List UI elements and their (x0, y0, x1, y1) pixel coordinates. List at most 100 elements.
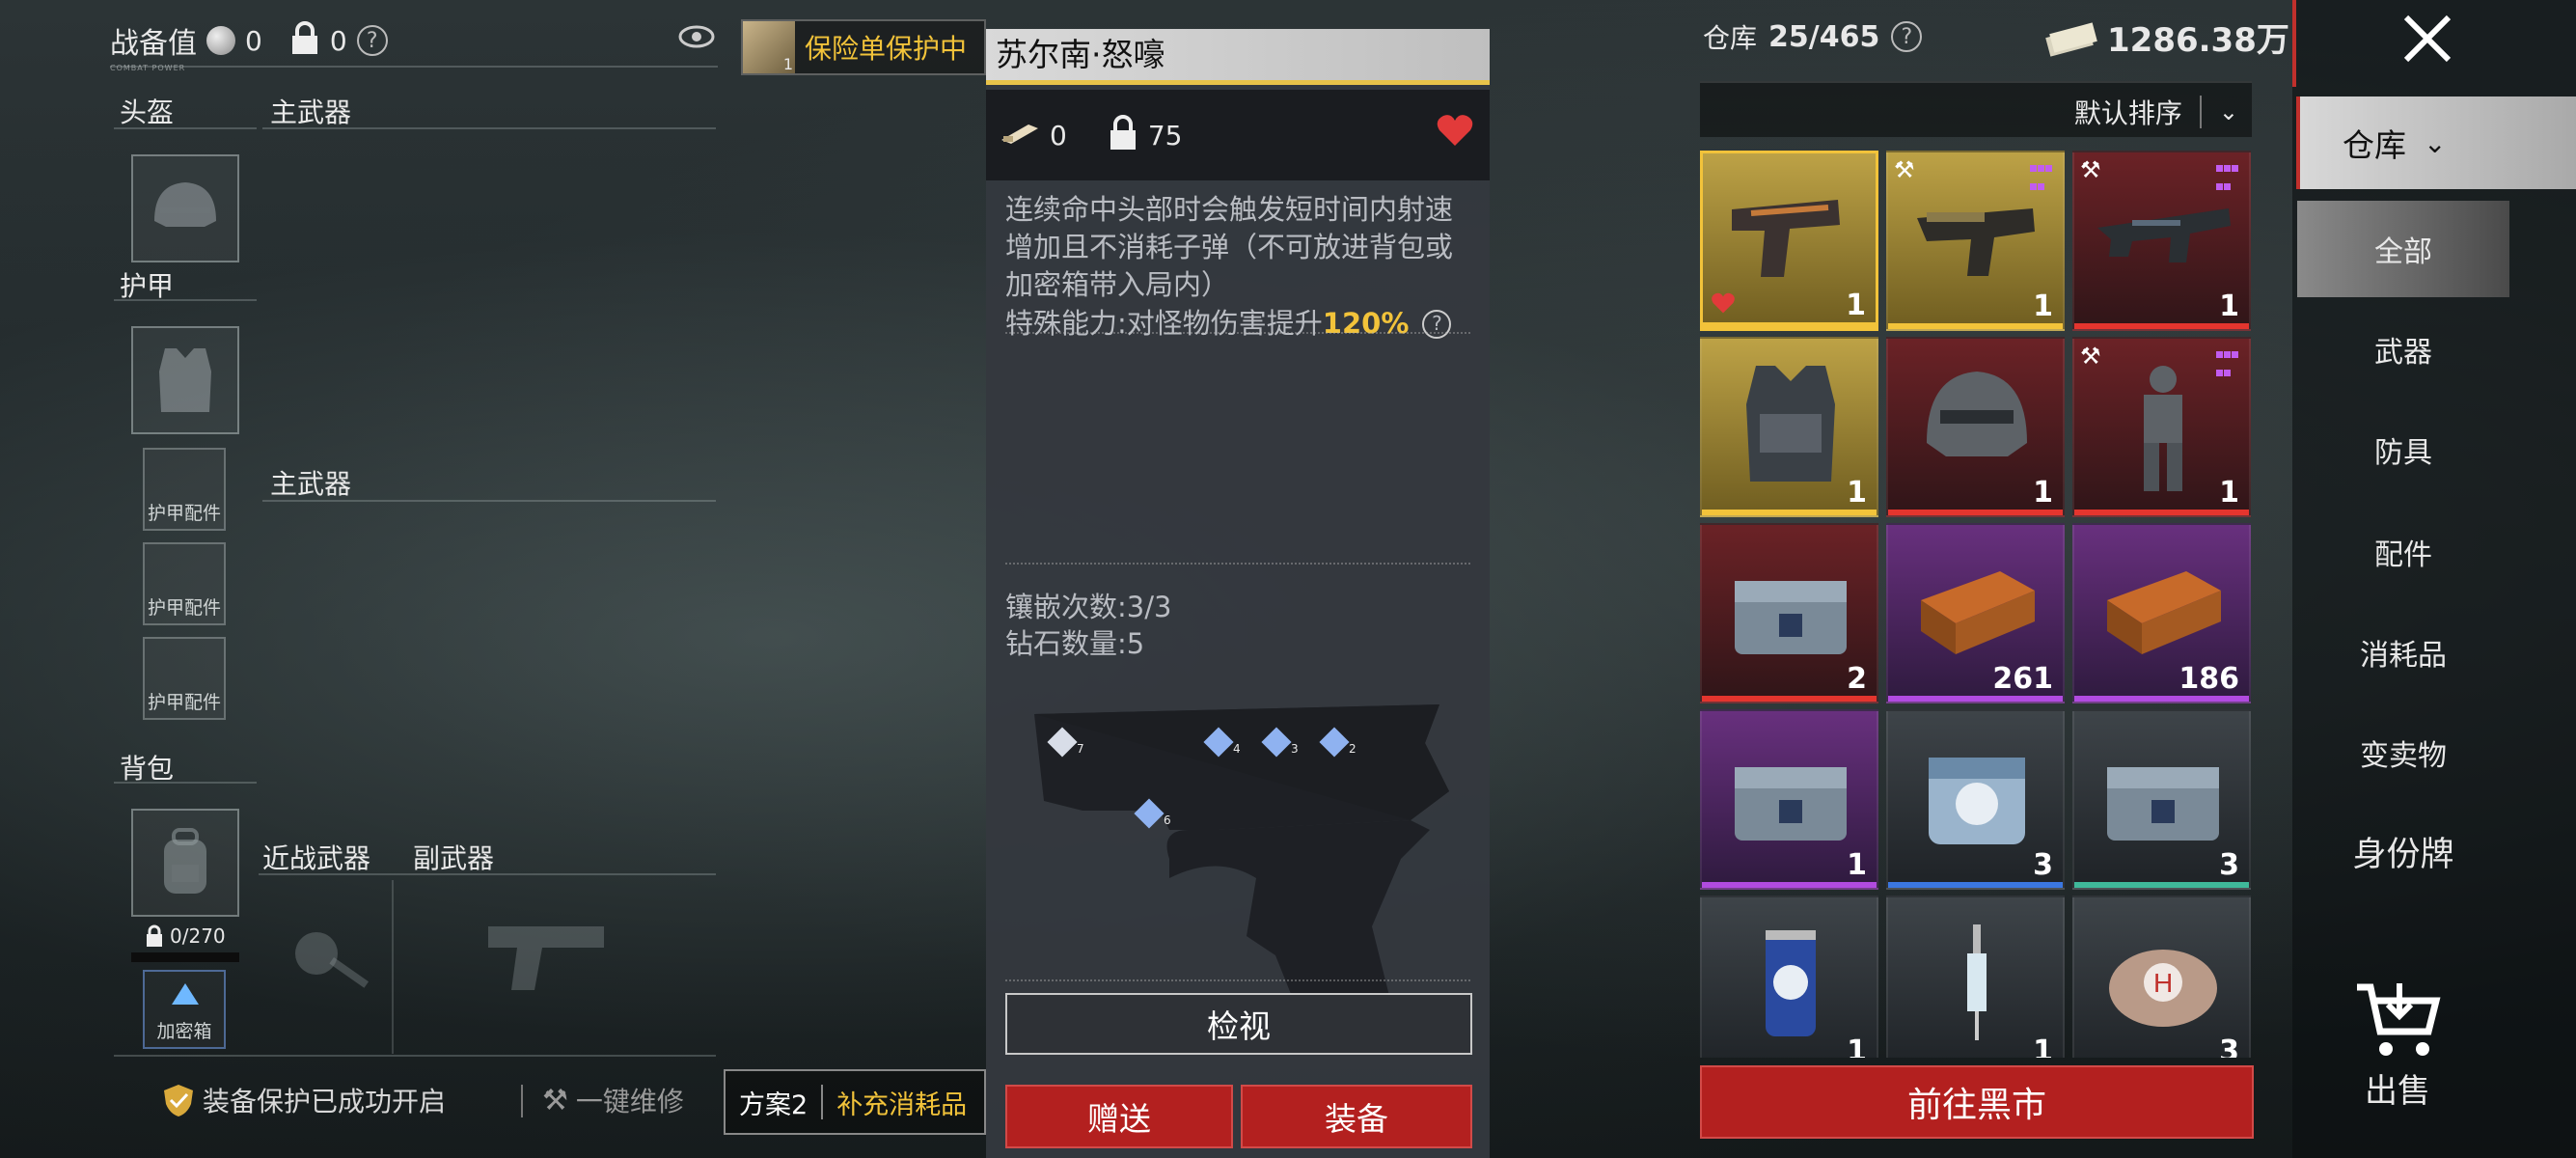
svg-text:H: H (2153, 968, 2173, 998)
money-display: 1286.38万 (2043, 14, 2289, 61)
warehouse-item-rifle[interactable]: ⚒ 1 (2072, 151, 2251, 331)
divider (262, 500, 716, 502)
divider (114, 1055, 716, 1057)
divider (114, 127, 257, 129)
rarity-bar (1888, 882, 2063, 888)
ammo-value: 0 (1050, 119, 1067, 152)
warehouse-tab[interactable]: 仓库 ⌄ (2296, 96, 2576, 189)
repair-tool-icon: ⚒ (2080, 156, 2101, 183)
inspect-button[interactable]: 检视 (1005, 993, 1472, 1055)
item-quantity: 1 (2219, 290, 2239, 323)
case-icon (2107, 767, 2219, 841)
armor-accessory-slot-1[interactable]: 护甲配件 (143, 448, 226, 531)
filter-consumables[interactable]: 消耗品 (2297, 604, 2509, 701)
warehouse-item-armor-vest[interactable]: 1 (1700, 337, 1878, 517)
armor-suit-icon (2144, 366, 2182, 491)
gem-slot-3[interactable]: 3 (1261, 727, 1299, 758)
warehouse-item-ammo-box[interactable]: 261 (1886, 523, 2065, 703)
diamond-count: 钻石数量:5 (1005, 627, 1145, 660)
sell-label: 出售 (2365, 1072, 2430, 1111)
warehouse-item-smg[interactable]: ⚒ 1 (1886, 151, 2065, 331)
ability-help-icon[interactable]: ? (1422, 309, 1452, 339)
helmet-slot[interactable] (131, 154, 239, 262)
plan-selector[interactable]: 方案2 补充消耗品 (724, 1069, 986, 1135)
case-icon (1735, 581, 1847, 654)
filter-valuables[interactable]: 变卖物 (2297, 704, 2509, 801)
eye-icon[interactable] (677, 21, 716, 56)
pistol-icon (1732, 200, 1840, 277)
primary-weapon-slot-1[interactable] (262, 135, 716, 454)
close-icon[interactable] (2398, 10, 2456, 71)
warehouse-item-energy-drink[interactable]: 1 (1700, 896, 1878, 1058)
equip-button[interactable]: 装备 (1241, 1085, 1472, 1148)
backpack-slot[interactable] (131, 809, 239, 917)
gem-label: 6 (1164, 813, 1171, 827)
gem-slot-2[interactable]: 2 (1319, 727, 1357, 758)
warehouse-header: 仓库 25/465 ? (1703, 17, 1923, 56)
sort-bar: 默认排序 ⌄ (1700, 81, 2252, 137)
warehouse-item-black-case[interactable]: 3 (2072, 709, 2251, 890)
weight-value: 75 (1147, 119, 1183, 152)
armor-accessory-slot-3[interactable]: 护甲配件 (143, 637, 226, 720)
gem-slot-7[interactable]: 7 (1047, 727, 1084, 758)
smg-icon (1917, 208, 2035, 276)
gem-slot-6[interactable]: 6 (1134, 798, 1171, 829)
filter-weapons[interactable]: 武器 (2297, 301, 2509, 398)
warehouse-item-syringe[interactable]: 1 (1886, 896, 2065, 1058)
plan-label: 方案2 (739, 1089, 808, 1120)
item-stats-bar: 0 75 (986, 90, 1490, 180)
warehouse-item-cooler-box[interactable]: 3 (1886, 709, 2065, 890)
warehouse-item-steel-case[interactable]: 2 (1700, 523, 1878, 703)
primary-weapon-slot-2[interactable] (262, 508, 716, 826)
armor-accessory-slot-2[interactable]: 护甲配件 (143, 542, 226, 625)
divider (1005, 979, 1470, 981)
vest-icon (1746, 366, 1835, 482)
refill-consumables-button[interactable]: 补充消耗品 (823, 1084, 967, 1121)
primary-weapon-label: 主武器 (270, 96, 352, 128)
case-icon (1735, 767, 1847, 841)
help-icon[interactable]: ? (356, 25, 388, 56)
favorite-heart-icon[interactable] (1436, 113, 1474, 152)
sell-button[interactable]: 出售 (2335, 979, 2460, 1124)
melee-weapon-slot[interactable] (259, 880, 394, 1054)
divider (262, 127, 716, 129)
item-quantity: 1 (1847, 848, 1867, 882)
melee-weapon-label: 近战武器 (262, 842, 371, 874)
divider (114, 299, 257, 301)
combat-value-label: 战备值 (110, 27, 197, 61)
chevron-down-icon: ⌄ (2218, 98, 2238, 125)
item-quantity: 3 (2219, 1034, 2239, 1058)
warehouse-item-pistol[interactable]: 1 (1700, 151, 1878, 331)
rifle-icon (2097, 208, 2231, 262)
insurance-badge[interactable]: 1 保险单保护中 (741, 19, 986, 75)
one-click-repair-button[interactable]: ⚒ 一键维修 (542, 1081, 684, 1119)
filter-all[interactable]: 全部 (2297, 201, 2509, 297)
warehouse-label: 仓库 (1703, 22, 1758, 54)
item-detail-panel: 苏尔南·怒嚎 0 75 连续命中头部时会触发短时间内射速增加且不消耗子弹（不可放… (986, 29, 1490, 1158)
backpack-icon (164, 828, 206, 894)
warehouse-item-armor-suit[interactable]: ⚒ 1 (2072, 337, 2251, 517)
coin-value: 0 (245, 24, 262, 57)
item-quantity: 2 (1847, 662, 1867, 696)
favorite-heart-icon (1711, 291, 1736, 318)
filter-accessories[interactable]: 配件 (2297, 504, 2509, 600)
id-tag-tab[interactable]: 身份牌 (2297, 803, 2509, 899)
help-icon[interactable]: ? (1891, 21, 1923, 52)
filter-armor[interactable]: 防具 (2297, 401, 2509, 498)
secondary-weapon-slot[interactable] (397, 880, 716, 1054)
warehouse-item-ammo-box-2[interactable]: 186 (2072, 523, 2251, 703)
armor-slot[interactable] (131, 326, 239, 434)
gift-button[interactable]: 赠送 (1005, 1085, 1233, 1148)
sort-dropdown[interactable]: 默认排序 ⌄ (2074, 93, 2238, 131)
warehouse-item-orange-case[interactable]: 1 (1700, 709, 1878, 890)
primary-weapon-label-2: 主武器 (270, 468, 352, 500)
warehouse-item-helmet[interactable]: 1 (1886, 337, 2065, 517)
gem-slot-4[interactable]: 4 (1203, 727, 1241, 758)
secure-case-slot[interactable]: 加密箱 (143, 970, 226, 1049)
warehouse-item-medkit[interactable]: H3 (2072, 896, 2251, 1058)
ability-prefix: 特殊能力:对怪物伤害提升 (1005, 307, 1323, 340)
item-description: 连续命中头部时会触发短时间内射速增加且不消耗子弹（不可放进背包或加密箱带入局内） (1005, 193, 1454, 301)
divider (1005, 332, 1470, 334)
divider (1005, 563, 1470, 565)
go-black-market-button[interactable]: 前往黑市 (1700, 1065, 2254, 1139)
